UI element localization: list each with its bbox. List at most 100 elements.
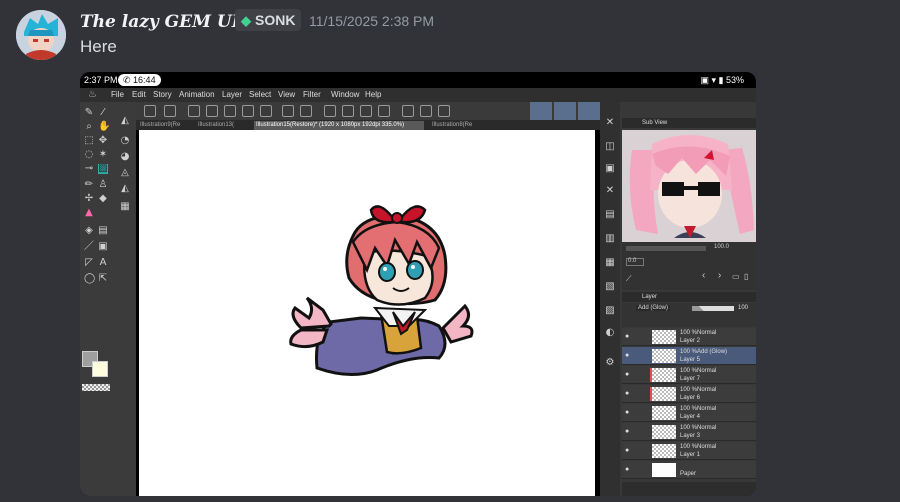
menu-file[interactable]: File: [111, 90, 124, 99]
blend-icon[interactable]: ▲: [84, 208, 94, 218]
snap-icon[interactable]: [438, 105, 450, 117]
brush-tool-icon[interactable]: ⁄: [98, 108, 108, 118]
pencil-icon[interactable]: ✏: [84, 180, 94, 190]
subtool-a-icon[interactable]: ◕: [120, 152, 130, 162]
balloon-icon[interactable]: ◯: [84, 274, 95, 284]
menu-view[interactable]: View: [278, 90, 295, 99]
ruler-tool-icon[interactable]: ◸: [84, 258, 94, 268]
stabilizer-2-button[interactable]: [554, 102, 576, 120]
layer-row-paper[interactable]: ● Paper: [622, 461, 756, 479]
layer-row[interactable]: ● 100 %Normal Layer 1: [622, 442, 756, 460]
material-icon[interactable]: ▦: [605, 258, 615, 268]
eye-icon[interactable]: ●: [625, 333, 629, 340]
blend-mode-select[interactable]: Add (Glow): [636, 305, 671, 311]
search-layer-icon[interactable]: ◐: [605, 328, 615, 338]
transparent-color-swatch[interactable]: [82, 384, 110, 391]
undo-icon[interactable]: [282, 105, 294, 117]
prev-image-icon[interactable]: ‹: [702, 270, 705, 281]
reference-icon[interactable]: ▣: [605, 164, 615, 174]
select-icon[interactable]: ⬚: [84, 136, 94, 146]
delete-image-icon[interactable]: ▯: [744, 272, 748, 281]
layer-property-icon[interactable]: ▤: [605, 210, 615, 220]
tab-illustration15[interactable]: Illustration15(Restore)* (1920 x 1080px …: [254, 121, 424, 130]
brush-size-icon[interactable]: ◭: [120, 116, 130, 126]
author-name[interactable]: The lazy GEM UI: [80, 12, 240, 32]
layer-row[interactable]: ● 100 %Normal Layer 2: [622, 328, 756, 346]
save-icon[interactable]: [206, 105, 218, 117]
export-icon[interactable]: [224, 105, 236, 117]
figure-icon[interactable]: ／: [84, 242, 94, 252]
share-icon[interactable]: [260, 105, 272, 117]
tab-illustration9[interactable]: Illustration9(Re: [138, 121, 188, 130]
fill-bucket-icon[interactable]: ◈: [84, 226, 94, 236]
new-icon[interactable]: [164, 105, 176, 117]
eye-icon[interactable]: ●: [625, 447, 629, 454]
lasso-icon[interactable]: ◌: [84, 150, 94, 160]
menu-story[interactable]: Story: [153, 90, 172, 99]
menu-layer[interactable]: Layer: [222, 90, 242, 99]
eye-icon[interactable]: ●: [625, 466, 629, 473]
timeline-icon[interactable]: ▧: [605, 282, 615, 292]
transform-icon[interactable]: [342, 105, 354, 117]
next-image-icon[interactable]: ›: [718, 270, 721, 281]
redo-icon[interactable]: [300, 105, 312, 117]
eye-icon[interactable]: ●: [625, 428, 629, 435]
magic-wand-icon[interactable]: ✶: [98, 150, 108, 160]
gradient-icon[interactable]: ▨: [98, 164, 108, 174]
menu-window[interactable]: Window: [331, 90, 359, 99]
hand-icon[interactable]: ✋: [98, 122, 110, 132]
crop-icon[interactable]: [378, 105, 390, 117]
drawing-canvas[interactable]: [139, 130, 595, 496]
open-icon[interactable]: [188, 105, 200, 117]
opacity-value[interactable]: 100: [738, 305, 748, 311]
subtool-d-icon[interactable]: ▦: [120, 202, 130, 212]
ruler-icon[interactable]: [402, 105, 414, 117]
frame-icon[interactable]: ▣: [98, 242, 108, 252]
eraser-icon[interactable]: ◆: [98, 194, 108, 204]
zoom-slider[interactable]: [626, 246, 706, 251]
decoration-icon[interactable]: ✢: [84, 194, 94, 204]
tab-illustration13[interactable]: Illustration13(: [196, 121, 246, 130]
layer-row[interactable]: ● 100 %Normal Layer 7: [622, 366, 756, 384]
menu-select[interactable]: Select: [249, 90, 271, 99]
object-select-icon[interactable]: ⇱: [98, 274, 108, 284]
layer-row[interactable]: ● 100 %Normal Layer 4: [622, 404, 756, 422]
deselect-icon[interactable]: [324, 105, 336, 117]
layer-row-selected[interactable]: ● 100 %Add (Glow) Layer 5: [622, 347, 756, 365]
layer-row[interactable]: ● 100 %Normal Layer 6: [622, 385, 756, 403]
subtool-b-icon[interactable]: ◬: [120, 168, 130, 178]
pen-tool-icon[interactable]: ✎: [84, 108, 94, 118]
server-tag[interactable]: ◆ SONK: [235, 9, 302, 31]
eyedropper-sub-icon[interactable]: ⟋: [626, 274, 632, 284]
import-image-icon[interactable]: ▭: [732, 272, 740, 281]
menu-animation[interactable]: Animation: [179, 90, 215, 99]
settings-icon[interactable]: ⚙: [605, 358, 615, 368]
avatar[interactable]: [16, 10, 66, 60]
gradient-tool-icon[interactable]: ▤: [98, 226, 108, 236]
eye-icon[interactable]: ●: [625, 409, 629, 416]
close-subpanel-icon[interactable]: ✕: [605, 186, 615, 196]
eye-icon[interactable]: ●: [625, 371, 629, 378]
pen-pressure-icon[interactable]: ◔: [120, 136, 130, 146]
move-icon[interactable]: ✥: [98, 136, 108, 146]
eyedropper-icon[interactable]: ⊸: [84, 164, 94, 174]
menu-edit[interactable]: Edit: [132, 90, 146, 99]
print-icon[interactable]: [242, 105, 254, 117]
panel-close-icon[interactable]: ✕: [605, 118, 615, 128]
menu-filter[interactable]: Filter: [303, 90, 321, 99]
menu-help[interactable]: Help: [365, 90, 381, 99]
subview-image[interactable]: [622, 130, 756, 242]
subtool-c-icon[interactable]: ◭: [120, 184, 130, 194]
zoom-icon[interactable]: ⌕: [84, 122, 94, 132]
eye-icon[interactable]: ●: [625, 352, 629, 359]
attached-screenshot[interactable]: 2:37 PM ✆ 16:44 ▣ ▾ ▮ 53% ♨ File Edit St…: [80, 72, 756, 496]
stabilizer-1-button[interactable]: [530, 102, 552, 120]
layer-row[interactable]: ● 100 %Normal Layer 3: [622, 423, 756, 441]
text-icon[interactable]: A: [98, 258, 108, 268]
eye-icon[interactable]: ●: [625, 390, 629, 397]
auto-action-icon[interactable]: ▨: [605, 306, 615, 316]
tab-illustration8[interactable]: Illustration8(Re: [430, 121, 478, 130]
zoom-value[interactable]: 100.0: [714, 244, 729, 250]
airbrush-icon[interactable]: ♙: [98, 180, 108, 190]
navigator-icon[interactable]: ◫: [605, 142, 615, 152]
